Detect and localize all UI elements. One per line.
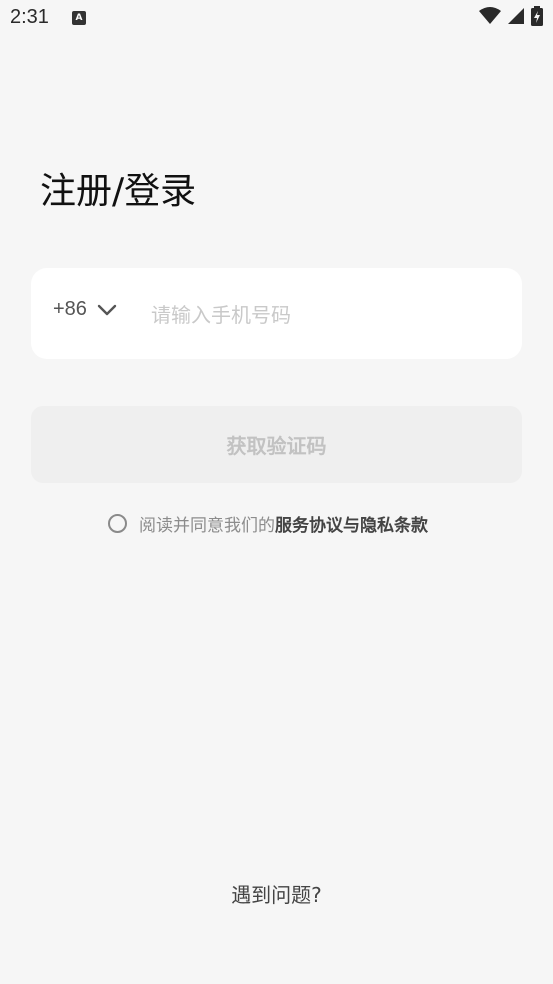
- phone-number-input[interactable]: [149, 294, 493, 336]
- status-bar: 2:31 A: [0, 0, 553, 36]
- agreement-row: 阅读并同意我们的服务协议与隐私条款: [108, 511, 428, 536]
- wifi-icon: [479, 7, 501, 24]
- chevron-down-icon: [97, 304, 117, 315]
- page-title: 注册/登录: [40, 171, 197, 212]
- phone-input-card: +86: [31, 268, 522, 359]
- agreement-prefix: 阅读并同意我们的: [139, 516, 275, 536]
- signal-icon: [508, 8, 524, 24]
- agreement-text-container: 阅读并同意我们的服务协议与隐私条款: [139, 511, 428, 536]
- country-code-selector[interactable]: +86: [53, 298, 117, 321]
- country-code-label: +86: [53, 298, 87, 320]
- status-time: 2:31: [10, 6, 49, 28]
- notification-icon: A: [72, 11, 86, 25]
- service-agreement-link[interactable]: 服务协议: [275, 516, 343, 536]
- help-link[interactable]: 遇到问题?: [0, 879, 553, 908]
- privacy-policy-link[interactable]: 隐私条款: [360, 516, 428, 536]
- agreement-checkbox[interactable]: [108, 514, 127, 533]
- get-code-button[interactable]: 获取验证码: [31, 406, 522, 483]
- agreement-conjunction: 与: [343, 516, 360, 536]
- battery-charging-icon: [531, 6, 543, 26]
- status-icons: [479, 6, 543, 26]
